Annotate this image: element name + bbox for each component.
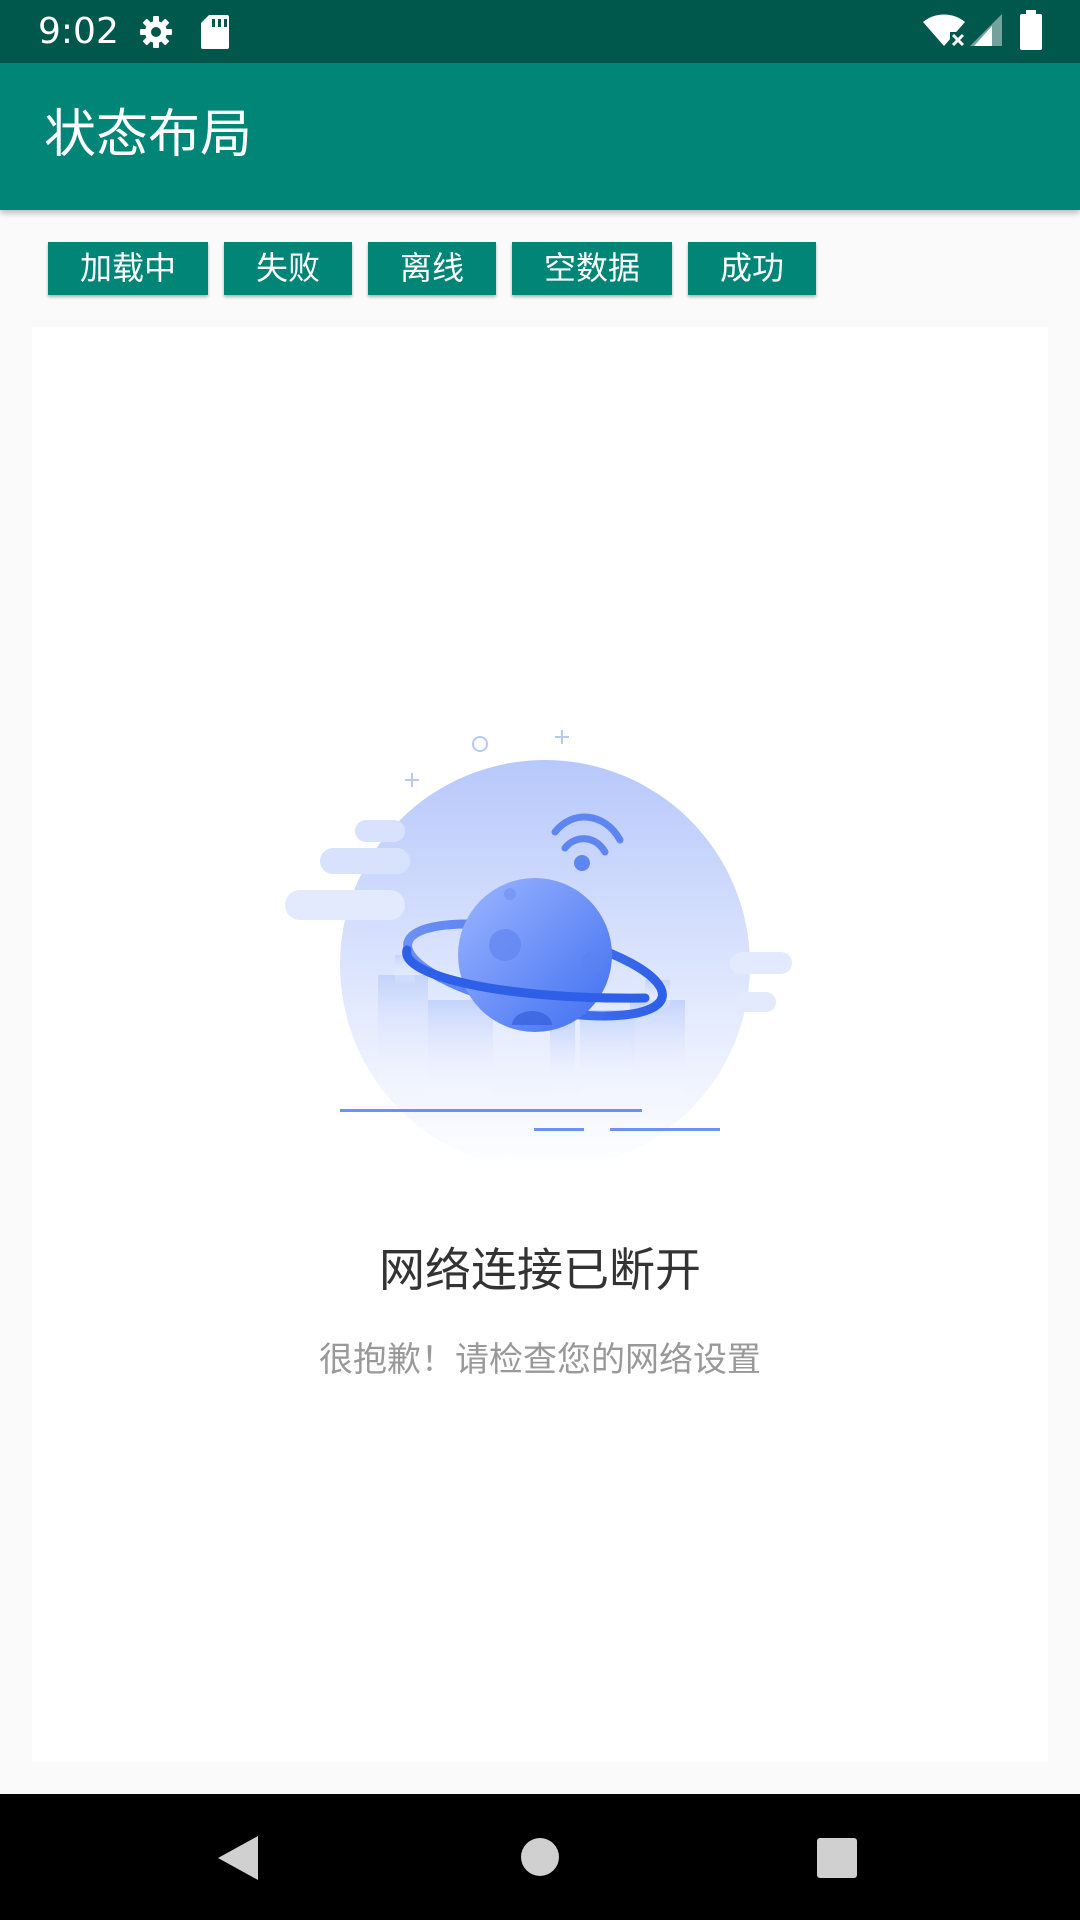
state-title: 网络连接已断开 (379, 1243, 701, 1297)
app-title: 状态布局 (44, 105, 253, 165)
gear-icon (138, 14, 174, 54)
offline-button[interactable]: 离线 (368, 242, 496, 295)
home-icon[interactable] (520, 1837, 560, 1881)
battery-icon (1020, 10, 1042, 54)
status-bar: 9:02 (0, 0, 1080, 63)
recents-icon[interactable] (817, 1838, 857, 1882)
back-icon[interactable] (216, 1834, 260, 1886)
empty-data-button[interactable]: 空数据 (512, 242, 672, 295)
failure-button[interactable]: 失败 (224, 242, 352, 295)
state-subtitle: 很抱歉！请检查您的网络设置 (319, 1340, 761, 1380)
sd-card-icon (200, 14, 230, 54)
state-button-row: 加载中 失败 离线 空数据 成功 (0, 242, 1080, 295)
app-bar: 状态布局 (0, 63, 1080, 210)
offline-planet-illustration (250, 400, 810, 1170)
signal-icon (970, 12, 1004, 52)
wifi-off-icon (922, 12, 966, 52)
status-time: 9:02 (38, 11, 119, 52)
success-button[interactable]: 成功 (688, 242, 816, 295)
loading-button[interactable]: 加载中 (48, 242, 208, 295)
navigation-bar (0, 1794, 1080, 1920)
